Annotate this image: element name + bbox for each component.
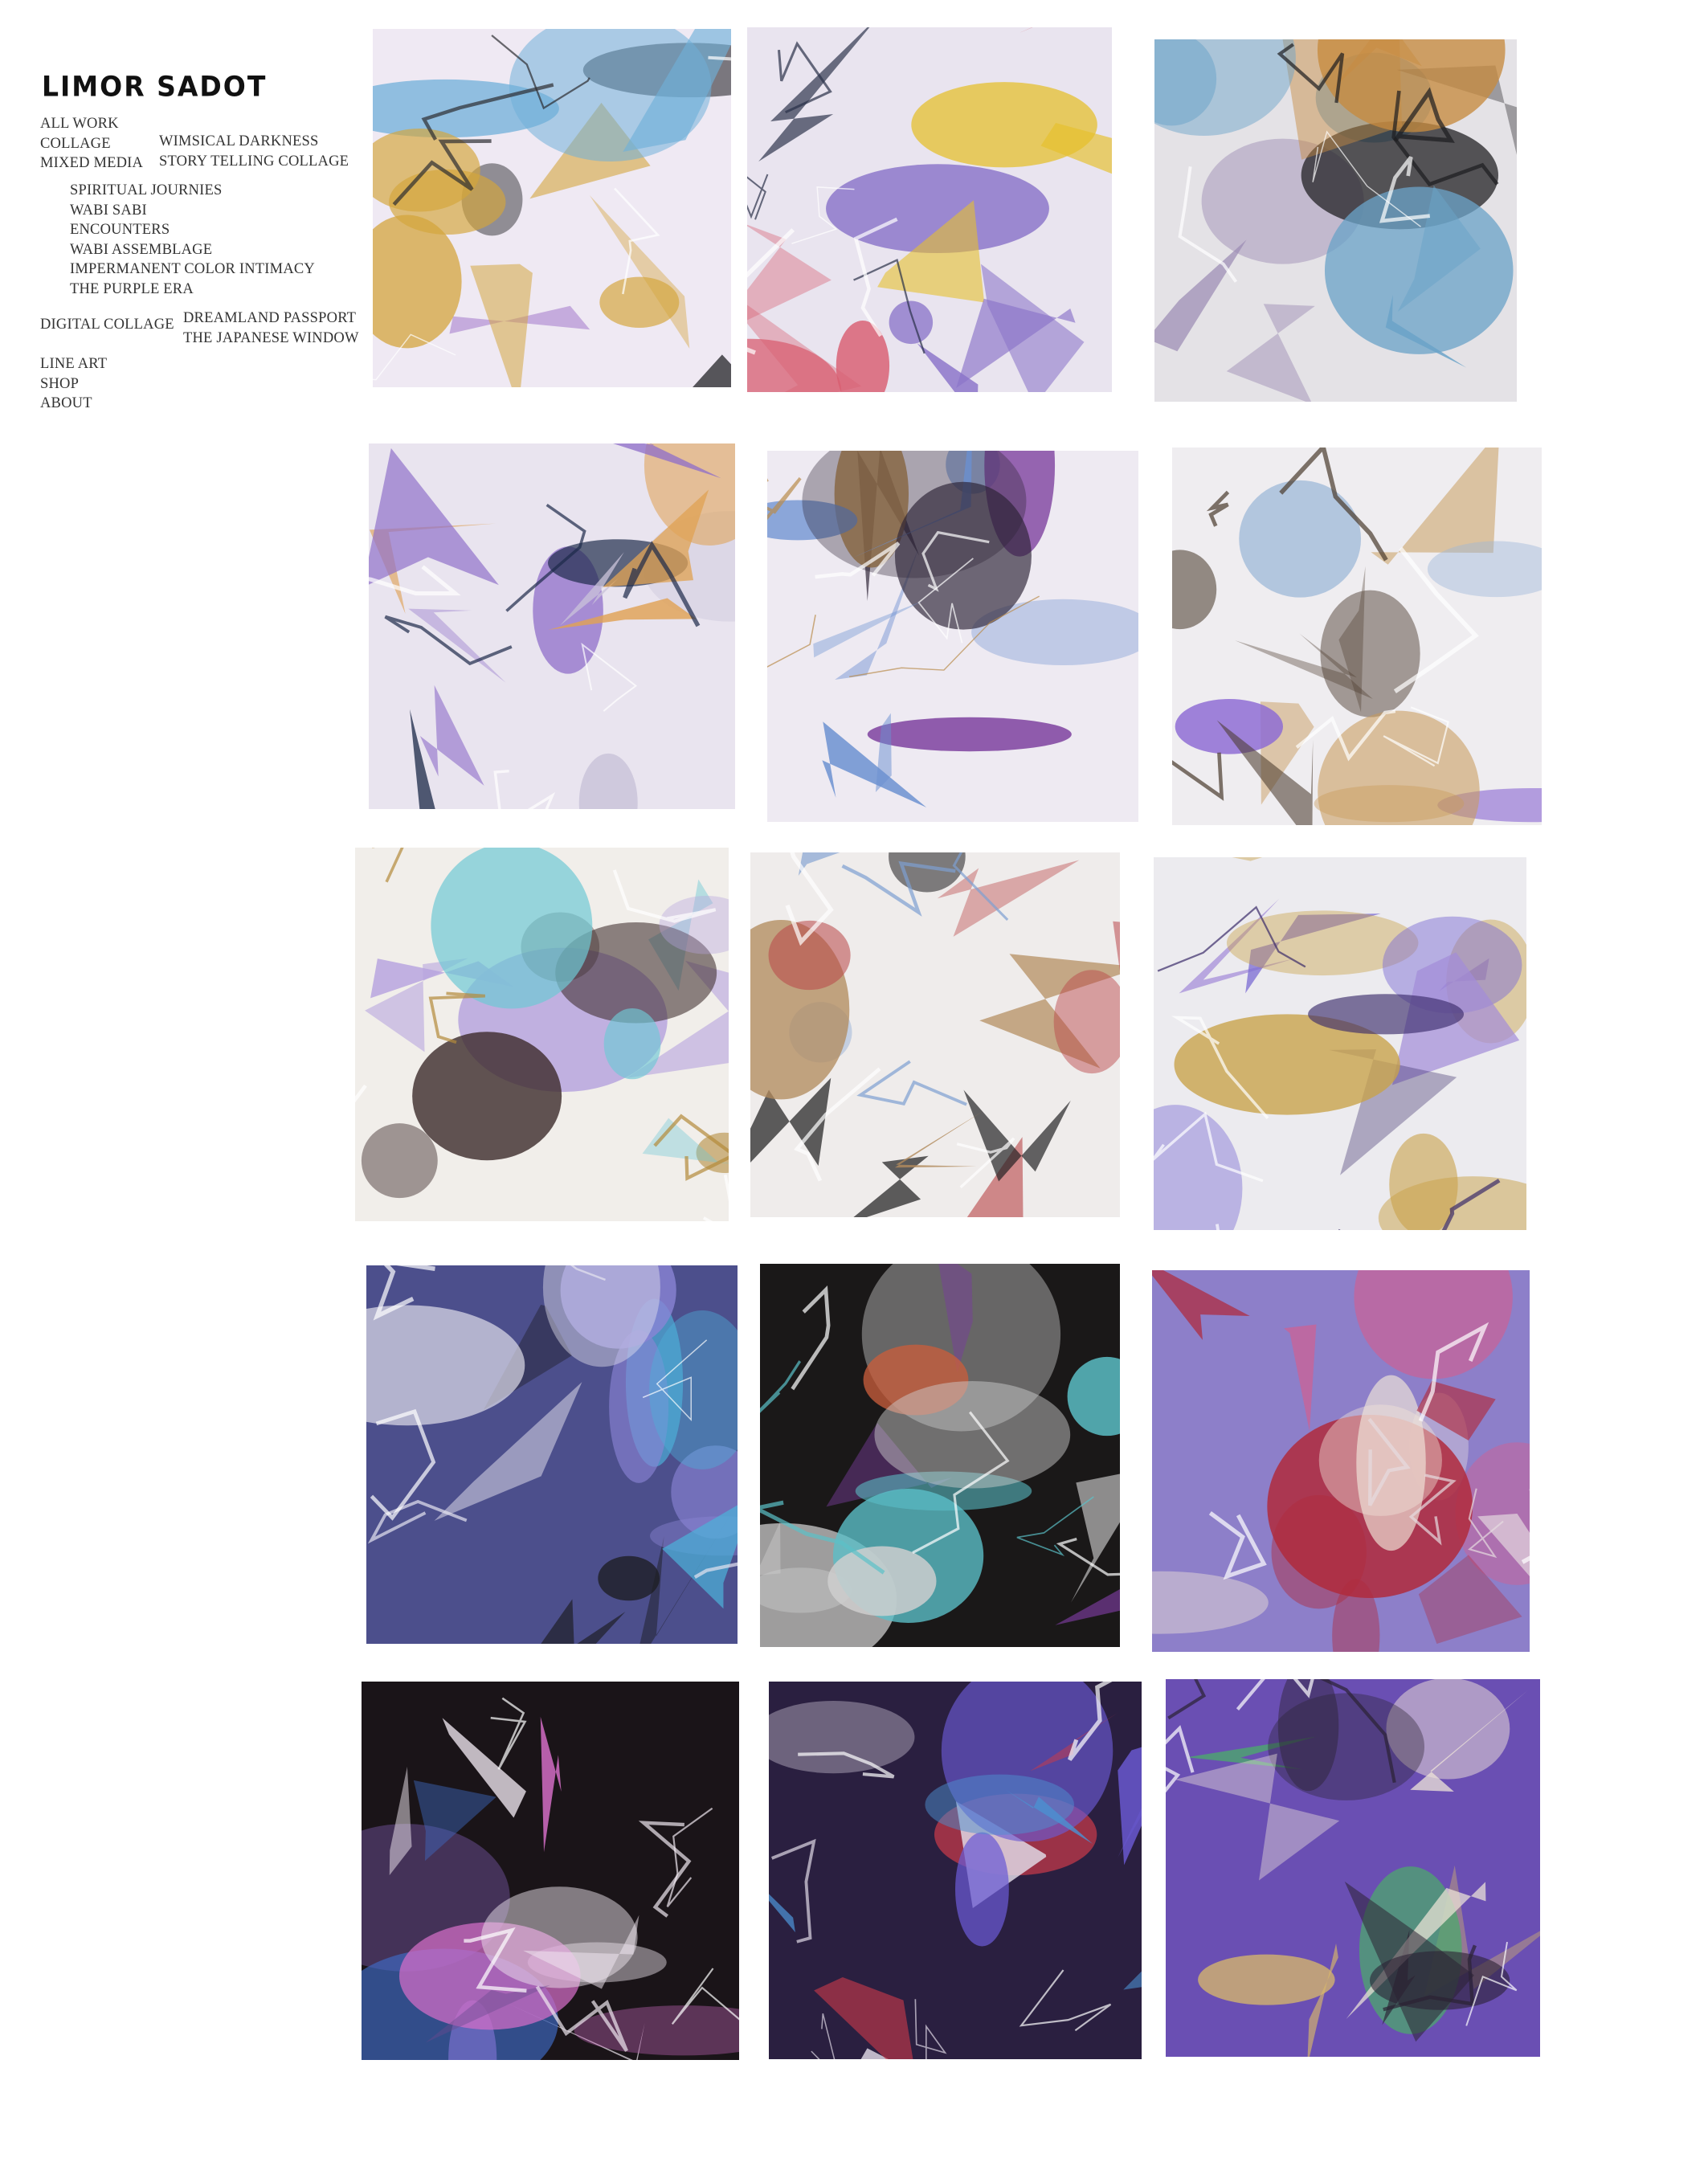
artwork-shape bbox=[1356, 1375, 1426, 1551]
artwork-image bbox=[373, 29, 731, 387]
artwork-image bbox=[767, 451, 1138, 822]
nav-digital-collage[interactable]: DIGITAL COLLAGE bbox=[40, 315, 174, 335]
artwork-shape bbox=[874, 1380, 1071, 1489]
artwork-shape bbox=[911, 82, 1097, 168]
nav-wimsical-darkness[interactable]: WIMSICAL DARKNESS bbox=[159, 132, 349, 152]
artwork-thumbnail[interactable] bbox=[1172, 448, 1542, 825]
artwork-thumbnail[interactable] bbox=[373, 29, 731, 387]
nav-shop[interactable]: SHOP bbox=[40, 374, 107, 394]
nav-all-work[interactable]: ALL WORK bbox=[40, 114, 143, 134]
nav-the-purple-era[interactable]: THE PURPLE ERA bbox=[70, 280, 315, 300]
nav-impermanent-color-intimacy[interactable]: IMPERMANENT COLOR INTIMACY bbox=[70, 260, 315, 280]
artwork-image bbox=[369, 443, 735, 809]
nav-encounters[interactable]: ENCOUNTERS bbox=[70, 220, 315, 240]
nav-digital-submenu: DREAMLAND PASSPORT THE JAPANESE WINDOW bbox=[183, 309, 359, 348]
artwork-thumbnail[interactable] bbox=[1166, 1679, 1540, 2057]
artwork-image bbox=[1152, 1270, 1530, 1652]
nav-digital-collage-wrap: DIGITAL COLLAGE bbox=[40, 315, 174, 335]
artwork-shape bbox=[1369, 1951, 1510, 2010]
artwork-thumbnail[interactable] bbox=[366, 1265, 738, 1644]
artwork-image bbox=[760, 1264, 1120, 1647]
artwork-thumbnail[interactable] bbox=[769, 1682, 1142, 2059]
artwork-thumbnail[interactable] bbox=[369, 443, 735, 809]
artwork-shape bbox=[925, 1774, 1075, 1835]
nav-wabi-assemblage[interactable]: WABI ASSEMBLAGE bbox=[70, 240, 315, 260]
artwork-image bbox=[1166, 1679, 1540, 2057]
nav-spiritual-journies[interactable]: SPIRITUAL JOURNIES bbox=[70, 181, 315, 201]
artwork-thumbnail[interactable] bbox=[355, 848, 729, 1221]
artwork-shape bbox=[955, 1832, 1009, 1947]
artwork-image bbox=[1172, 448, 1542, 825]
artwork-thumbnail[interactable] bbox=[1152, 1270, 1530, 1652]
artwork-image bbox=[355, 848, 729, 1221]
nav-main-bottom: LINE ART SHOP ABOUT bbox=[40, 354, 107, 414]
artwork-shape bbox=[889, 300, 934, 345]
artwork-thumbnail[interactable] bbox=[760, 1264, 1120, 1647]
artwork-thumbnail[interactable] bbox=[767, 451, 1138, 822]
artwork-image bbox=[747, 27, 1112, 392]
artwork-shape bbox=[431, 848, 593, 1009]
nav-mixed-media[interactable]: MIXED MEDIA bbox=[40, 153, 143, 174]
nav-story-telling-collage[interactable]: STORY TELLING COLLAGE bbox=[159, 152, 349, 172]
nav-mixed-media-submenu: SPIRITUAL JOURNIES WABI SABI ENCOUNTERS … bbox=[70, 181, 315, 299]
artwork-thumbnail[interactable] bbox=[362, 1682, 739, 2060]
site-title[interactable]: LIMOR SADOT bbox=[42, 70, 267, 103]
artwork-shape bbox=[1175, 699, 1283, 754]
artwork-thumbnail[interactable] bbox=[1154, 39, 1517, 402]
artwork-image bbox=[366, 1265, 738, 1644]
artwork-thumbnail[interactable] bbox=[750, 852, 1120, 1217]
nav-wabi-sabi[interactable]: WABI SABI bbox=[70, 201, 315, 221]
nav-line-art[interactable]: LINE ART bbox=[40, 354, 107, 374]
artwork-shape bbox=[598, 1555, 660, 1601]
artwork-shape bbox=[361, 1123, 438, 1199]
artwork-shape bbox=[599, 276, 680, 328]
nav-dreamland-passport[interactable]: DREAMLAND PASSPORT bbox=[183, 309, 359, 329]
artwork-shape bbox=[1320, 590, 1420, 717]
nav-about[interactable]: ABOUT bbox=[40, 394, 107, 414]
artwork-shape bbox=[827, 1546, 937, 1616]
artwork-image bbox=[1154, 857, 1526, 1230]
artwork-image bbox=[362, 1682, 739, 2060]
artwork-shape bbox=[1239, 480, 1362, 598]
artwork-shape bbox=[1308, 994, 1465, 1035]
artwork-image bbox=[1154, 39, 1517, 402]
artwork-thumbnail[interactable] bbox=[1154, 857, 1526, 1230]
artwork-image bbox=[750, 852, 1120, 1217]
artwork-shape bbox=[603, 1007, 661, 1080]
nav-collage[interactable]: COLLAGE bbox=[40, 134, 143, 154]
artwork-shape bbox=[412, 1032, 562, 1161]
nav-collage-submenu: WIMSICAL DARKNESS STORY TELLING COLLAGE bbox=[159, 132, 349, 171]
artwork-image bbox=[769, 1682, 1142, 2059]
artwork-shape bbox=[867, 717, 1072, 752]
artwork-shape bbox=[1324, 186, 1514, 354]
artwork-thumbnail[interactable] bbox=[747, 27, 1112, 392]
artwork-shape bbox=[894, 481, 1032, 630]
nav-the-japanese-window[interactable]: THE JAPANESE WINDOW bbox=[183, 329, 359, 349]
nav-main-top: ALL WORK COLLAGE MIXED MEDIA bbox=[40, 114, 143, 174]
artwork-shape bbox=[1198, 1954, 1335, 2005]
artwork-shape bbox=[480, 1886, 638, 1988]
